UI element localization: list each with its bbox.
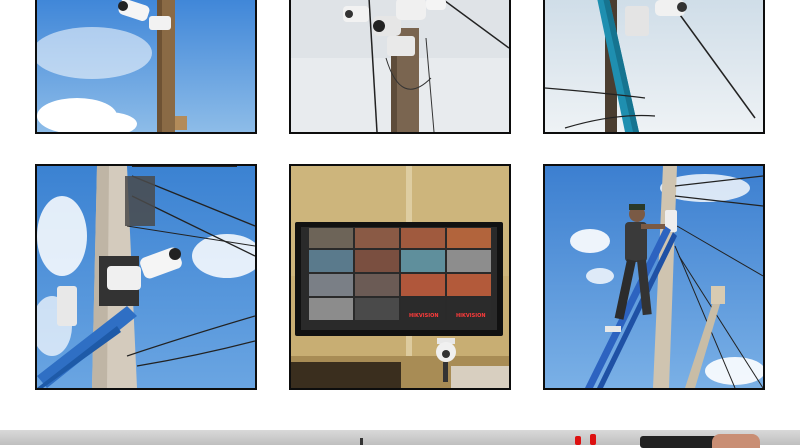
photo-scene bbox=[291, 0, 509, 132]
photo-scene bbox=[37, 166, 255, 388]
photo-scene: HIKVISION HIKVISION bbox=[291, 166, 509, 388]
footer-red-text-fragment bbox=[590, 434, 596, 445]
photo-monitor-showing-camera-feeds: HIKVISION HIKVISION bbox=[289, 164, 511, 390]
hand-image bbox=[712, 434, 760, 448]
photo-technician-on-ladder-installing-camera bbox=[543, 164, 765, 390]
photo-multiple-cameras-on-pole bbox=[289, 0, 511, 134]
photo-scene bbox=[545, 166, 763, 388]
footer-text-fragment bbox=[360, 438, 363, 445]
monitor-brand-label-right: HIKVISION bbox=[456, 313, 486, 319]
footer-red-text-fragment bbox=[575, 436, 581, 445]
photo-scene bbox=[37, 0, 255, 132]
photo-camera-on-concrete-pole-with-ladder bbox=[35, 164, 257, 390]
monitor: HIKVISION HIKVISION bbox=[295, 222, 503, 336]
photo-scene bbox=[545, 0, 763, 132]
phone-icon bbox=[640, 436, 720, 448]
photo-camera-on-wooden-pole bbox=[35, 0, 257, 134]
photo-camera-on-blue-pole bbox=[543, 0, 765, 134]
monitor-brand-label-left: HIKVISION bbox=[409, 313, 439, 319]
footer-banner bbox=[0, 430, 800, 448]
